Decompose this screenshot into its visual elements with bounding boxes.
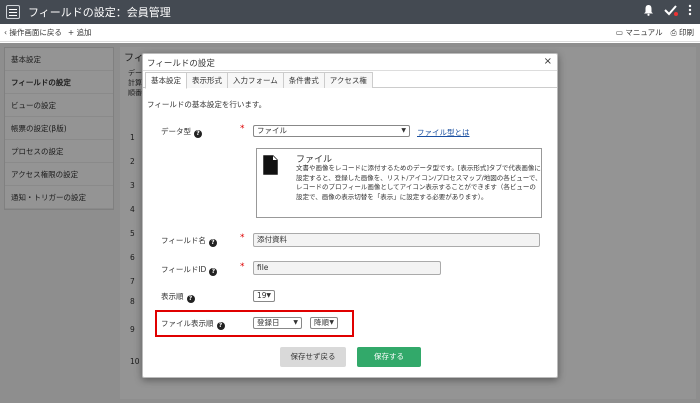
tab-input-form[interactable]: 入力フォーム [227,72,284,88]
chevron-down-icon: ▼ [266,292,271,299]
chevron-down-icon: ▼ [293,319,298,326]
chevron-down-icon: ▼ [329,319,334,326]
required-mark: * [240,124,245,134]
close-icon[interactable]: × [544,56,552,67]
help-icon[interactable]: ? [216,322,225,330]
field-settings-dialog: フィールドの設定 × 基本設定 表示形式 入力フォーム 条件書式 アクセス権 フ… [142,53,558,378]
app-header: フィールドの設定：会員管理 [0,0,700,24]
header-icons [643,4,692,16]
chevron-down-icon: ▼ [401,127,406,134]
file-type-help-link[interactable]: ファイル型とは [417,127,470,138]
tab-conditional-format[interactable]: 条件書式 [282,72,325,88]
dialog-header: フィールドの設定 × [143,54,557,71]
info-text: 文書や画像をレコードに添付するためのデータ型です。[表示形式]タブで代表画像に設… [296,164,542,201]
sub-toolbar: ‹ 操作画面に戻る + 追加 ▭ マニュアル ⎙ 印刷 [0,24,700,42]
field-id-input[interactable]: file [253,261,441,275]
file-sort-direction-value: 降順 [314,318,329,327]
dialog-tabs: 基本設定 表示形式 入力フォーム 条件書式 アクセス権 [143,71,557,89]
data-type-value: ファイル [257,126,287,135]
file-sort-key-value: 登録日 [257,318,280,327]
tab-access[interactable]: アクセス権 [323,72,373,88]
more-vertical-icon[interactable] [688,4,692,16]
field-id-label-text: フィールドID [161,265,207,274]
check-user-icon[interactable] [664,4,678,16]
field-id-label: フィールドID? [161,264,218,276]
tab-display-format[interactable]: 表示形式 [186,72,228,88]
help-icon[interactable]: ? [209,268,218,276]
add-label: 追加 [76,28,92,37]
help-icon[interactable]: ? [194,130,202,138]
required-mark: * [240,233,245,243]
manual-label: マニュアル [625,28,663,37]
dialog-intro: フィールドの基本設定を行います。 [147,100,267,109]
app-title: フィールドの設定：会員管理 [28,6,171,19]
file-sort-direction-select[interactable]: 降順 ▼ [310,317,338,329]
manual-link[interactable]: ▭ マニュアル [616,27,663,38]
data-type-label-text: データ型 [161,127,191,136]
file-order-label-text: ファイル表示順 [161,319,214,328]
data-type-select[interactable]: ファイル ▼ [253,125,410,137]
tab-basic[interactable]: 基本設定 [145,72,187,89]
required-mark: * [240,262,245,272]
print-link[interactable]: ⎙ 印刷 [671,27,694,38]
back-label: 操作画面に戻る [9,28,62,37]
field-name-input[interactable]: 添付資料 [253,233,540,247]
display-order-label: 表示順? [161,291,195,303]
print-label: 印刷 [679,28,694,37]
field-name-label-text: フィールド名 [161,236,206,245]
display-order-value: 19 [257,291,267,300]
field-name-label: フィールド名? [161,235,217,247]
display-order-label-text: 表示順 [161,292,184,301]
dialog-title: フィールドの設定 [147,59,215,69]
help-icon[interactable]: ? [186,295,195,303]
bell-icon[interactable] [643,4,654,16]
book-icon: ▭ [615,28,623,37]
data-type-description: ファイル 文書や画像をレコードに添付するためのデータ型です。[表示形式]タブで代… [256,148,542,218]
help-icon[interactable]: ? [208,239,217,247]
printer-icon: ⎙ [670,28,677,37]
hamburger-menu-icon[interactable] [6,5,20,19]
data-type-label: データ型? [161,126,202,138]
file-sort-key-select[interactable]: 登録日 ▼ [253,317,302,329]
file-icon [263,155,278,175]
back-to-app-link[interactable]: ‹ 操作画面に戻る [4,27,62,38]
save-button[interactable]: 保存する [357,347,421,367]
file-order-label: ファイル表示順? [161,318,225,330]
add-button[interactable]: + 追加 [68,27,92,38]
display-order-select[interactable]: 19 ▼ [253,290,275,302]
cancel-button[interactable]: 保存せず戻る [280,347,346,367]
